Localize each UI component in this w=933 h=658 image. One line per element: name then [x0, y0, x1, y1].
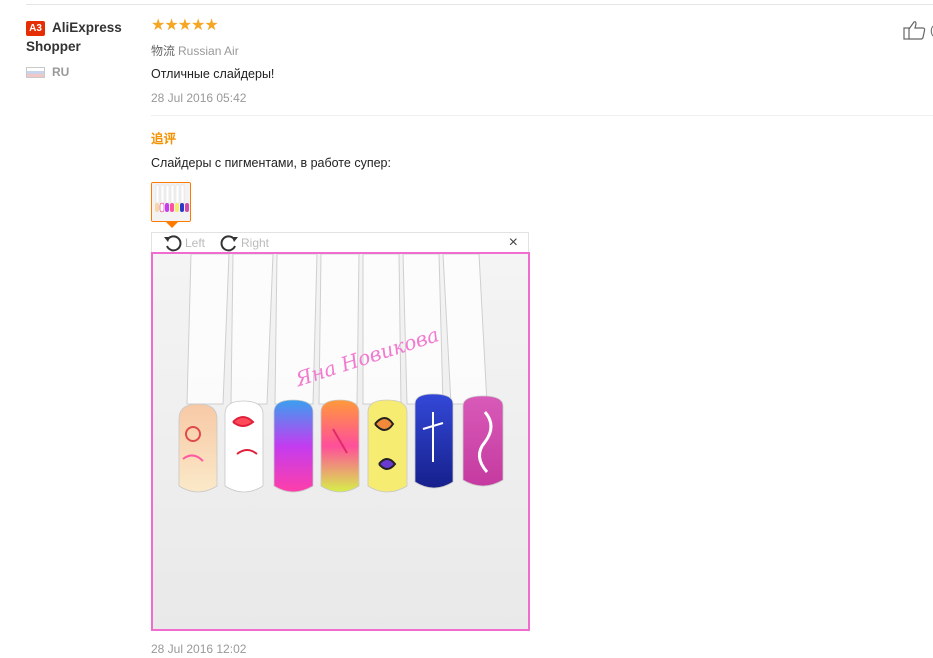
rotate-left-label: Left: [185, 236, 206, 250]
review-date: 28 Jul 2016 05:42: [151, 91, 247, 105]
review-text: Отличные слайдеры!: [151, 67, 275, 81]
logistics-value: Russian Air: [178, 44, 239, 58]
rotate-right-button[interactable]: Right: [218, 233, 269, 253]
review-photo-large[interactable]: Яна Новикова: [151, 252, 530, 631]
followup-label: 追评: [151, 132, 177, 146]
nail-art-photo: Яна Новикова: [153, 254, 528, 629]
helpful-like-button[interactable]: (: [903, 20, 933, 40]
logistics-info: 物流 Russian Air: [151, 42, 239, 59]
top-divider: [26, 4, 933, 5]
followup-date: 28 Jul 2016 12:02: [151, 642, 247, 656]
thumbnail-image: [152, 183, 190, 221]
followup-text: Слайдеры с пигментами, в работе супер:: [151, 156, 391, 170]
star-rating: ★★★★★: [151, 17, 219, 34]
country-flag-icon: [26, 67, 45, 78]
close-viewer-button[interactable]: ×: [509, 234, 518, 252]
followup-divider: [151, 115, 933, 116]
thumbnail-selected-arrow-icon: [166, 222, 178, 228]
rotate-right-label: Right: [241, 236, 270, 250]
reviewer-level-badge: A3: [26, 21, 45, 36]
logistics-label: 物流: [151, 44, 176, 58]
thumbs-up-icon: [903, 21, 926, 40]
review-photo-thumbnail[interactable]: [151, 182, 191, 222]
rotate-left-icon: [164, 235, 182, 252]
rotate-right-icon: [220, 235, 238, 252]
reviewer-country: RU: [52, 65, 70, 79]
rotate-left-button[interactable]: Left: [162, 233, 205, 253]
photo-viewer-toolbar: Left Right ×: [151, 232, 529, 252]
